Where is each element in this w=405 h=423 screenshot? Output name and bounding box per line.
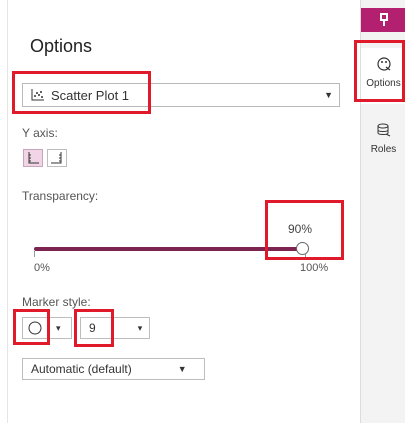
transparency-min-label: 0% xyxy=(34,262,50,274)
marker-style-label: Marker style: xyxy=(22,295,91,309)
y-axis-left-button[interactable] xyxy=(23,149,43,167)
y-axis-label: Y axis: xyxy=(22,126,58,140)
highlight-box-transparency xyxy=(265,200,344,260)
transparency-label: Transparency: xyxy=(22,189,99,203)
rail-item-roles[interactable]: Roles xyxy=(361,116,405,164)
chevron-down-icon: ▼ xyxy=(324,90,333,100)
rail-item-roles-label: Roles xyxy=(370,144,397,155)
chevron-down-icon: ▼ xyxy=(177,364,187,374)
right-rail: Options Roles xyxy=(354,0,405,423)
axis-right-icon xyxy=(51,152,63,164)
automatic-select-value: Automatic (default) xyxy=(31,362,132,376)
automatic-select[interactable]: Automatic (default) ▼ xyxy=(22,358,205,380)
highlight-box-marker-size xyxy=(74,309,114,347)
highlight-box-marker-shape xyxy=(13,309,50,345)
marker-shape-caret: ▾ xyxy=(56,322,61,333)
panel-title: Options xyxy=(30,36,93,56)
marker-size-caret: ▾ xyxy=(137,322,143,333)
highlight-box-options-tab xyxy=(354,40,405,102)
pin-icon xyxy=(378,13,390,27)
database-roles-icon xyxy=(376,122,392,138)
y-axis-right-button[interactable] xyxy=(47,149,67,167)
axis-left-icon xyxy=(27,152,39,164)
transparency-max-label: 100% xyxy=(300,262,329,274)
highlight-box-object-select xyxy=(12,71,151,114)
pin-button[interactable] xyxy=(361,8,405,32)
